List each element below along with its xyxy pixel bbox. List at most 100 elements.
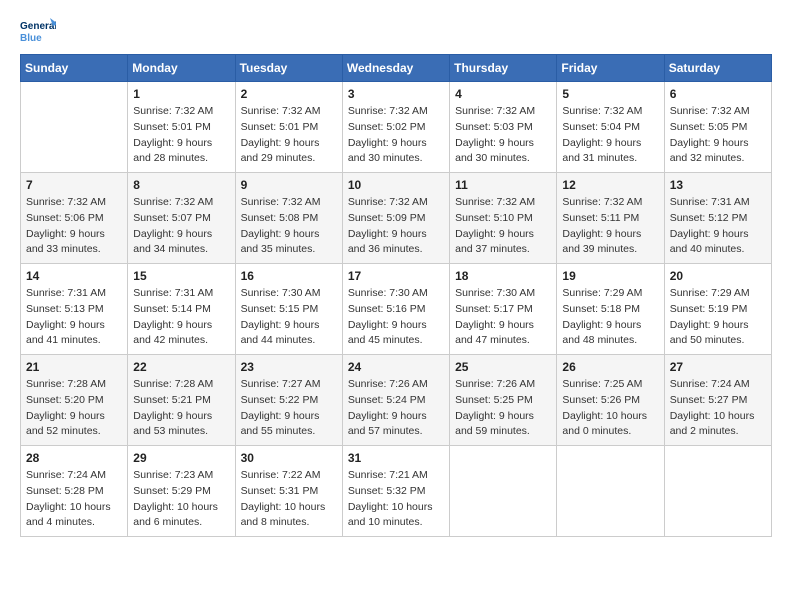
day-number: 7: [26, 178, 122, 192]
svg-text:General: General: [20, 21, 56, 32]
calendar-cell: 14Sunrise: 7:31 AMSunset: 5:13 PMDayligh…: [21, 264, 128, 355]
day-number: 26: [562, 360, 658, 374]
calendar-week-row: 21 Sunrise: 7:28 AMSunset: 5:20 PMDayligh…: [21, 355, 772, 446]
day-info: Sunrise: 7:21 AMSunset: 5:32 PMDaylight:…: [348, 468, 444, 531]
day-info: Sunrise: 7:32 AMSunset: 5:09 PMDaylight:…: [348, 195, 444, 258]
calendar-week-row: 7 Sunrise: 7:32 AMSunset: 5:06 PMDaylight…: [21, 173, 772, 264]
calendar: SundayMondayTuesdayWednesdayThursdayFrid…: [20, 54, 772, 537]
day-number: 12: [562, 178, 658, 192]
day-number: 11: [455, 178, 551, 192]
day-number: 25: [455, 360, 551, 374]
calendar-cell: 5 Sunrise: 7:32 AMSunset: 5:04 PMDaylight…: [557, 82, 664, 173]
day-number: 3: [348, 87, 444, 101]
day-info: Sunrise: 7:32 AMSunset: 5:01 PMDaylight:…: [133, 104, 229, 167]
day-number: 31: [348, 451, 444, 465]
calendar-cell: 19 Sunrise: 7:29 AMSunset: 5:18 PMDayligh…: [557, 264, 664, 355]
calendar-week-row: 1 Sunrise: 7:32 AMSunset: 5:01 PMDaylight…: [21, 82, 772, 173]
day-info: Sunrise: 7:32 AMSunset: 5:04 PMDaylight:…: [562, 104, 658, 167]
day-number: 30: [241, 451, 337, 465]
logo-icon: General Blue: [20, 16, 56, 44]
weekday-header-wednesday: Wednesday: [342, 55, 449, 82]
calendar-cell: 27 Sunrise: 7:24 AMSunset: 5:27 PMDayligh…: [664, 355, 771, 446]
calendar-cell: 6 Sunrise: 7:32 AMSunset: 5:05 PMDaylight…: [664, 82, 771, 173]
day-number: 1: [133, 87, 229, 101]
weekday-header-tuesday: Tuesday: [235, 55, 342, 82]
day-number: 18: [455, 269, 551, 283]
calendar-cell: 31 Sunrise: 7:21 AMSunset: 5:32 PMDayligh…: [342, 446, 449, 537]
calendar-cell: 28 Sunrise: 7:24 AMSunset: 5:28 PMDayligh…: [21, 446, 128, 537]
day-number: 2: [241, 87, 337, 101]
calendar-cell: 23 Sunrise: 7:27 AMSunset: 5:22 PMDayligh…: [235, 355, 342, 446]
calendar-cell: 24Sunrise: 7:26 AMSunset: 5:24 PMDayligh…: [342, 355, 449, 446]
calendar-cell: 2 Sunrise: 7:32 AMSunset: 5:01 PMDaylight…: [235, 82, 342, 173]
day-number: 28: [26, 451, 122, 465]
calendar-cell: [21, 82, 128, 173]
calendar-cell: 1 Sunrise: 7:32 AMSunset: 5:01 PMDaylight…: [128, 82, 235, 173]
calendar-cell: 15 Sunrise: 7:31 AMSunset: 5:14 PMDayligh…: [128, 264, 235, 355]
day-info: Sunrise: 7:30 AMSunset: 5:16 PMDaylight:…: [348, 286, 444, 349]
calendar-cell: 10Sunrise: 7:32 AMSunset: 5:09 PMDayligh…: [342, 173, 449, 264]
day-number: 20: [670, 269, 766, 283]
day-number: 15: [133, 269, 229, 283]
day-info: Sunrise: 7:26 AMSunset: 5:24 PMDaylight:…: [348, 377, 444, 440]
day-number: 19: [562, 269, 658, 283]
day-info: Sunrise: 7:32 AMSunset: 5:02 PMDaylight:…: [348, 104, 444, 167]
calendar-week-row: 14Sunrise: 7:31 AMSunset: 5:13 PMDayligh…: [21, 264, 772, 355]
day-number: 29: [133, 451, 229, 465]
calendar-cell: 17Sunrise: 7:30 AMSunset: 5:16 PMDayligh…: [342, 264, 449, 355]
calendar-cell: 9Sunrise: 7:32 AMSunset: 5:08 PMDaylight…: [235, 173, 342, 264]
day-number: 21: [26, 360, 122, 374]
calendar-cell: 8 Sunrise: 7:32 AMSunset: 5:07 PMDaylight…: [128, 173, 235, 264]
calendar-header-row: SundayMondayTuesdayWednesdayThursdayFrid…: [21, 55, 772, 82]
logo: General Blue: [20, 16, 56, 44]
day-info: Sunrise: 7:30 AMSunset: 5:15 PMDaylight:…: [241, 286, 337, 349]
day-info: Sunrise: 7:32 AMSunset: 5:06 PMDaylight:…: [26, 195, 122, 258]
day-info: Sunrise: 7:31 AMSunset: 5:14 PMDaylight:…: [133, 286, 229, 349]
weekday-header-monday: Monday: [128, 55, 235, 82]
day-number: 22: [133, 360, 229, 374]
calendar-cell: [664, 446, 771, 537]
calendar-cell: [450, 446, 557, 537]
day-number: 9: [241, 178, 337, 192]
calendar-cell: 29 Sunrise: 7:23 AMSunset: 5:29 PMDayligh…: [128, 446, 235, 537]
day-number: 8: [133, 178, 229, 192]
day-number: 5: [562, 87, 658, 101]
day-info: Sunrise: 7:25 AMSunset: 5:26 PMDaylight:…: [562, 377, 658, 440]
day-number: 4: [455, 87, 551, 101]
calendar-cell: 7 Sunrise: 7:32 AMSunset: 5:06 PMDaylight…: [21, 173, 128, 264]
day-info: Sunrise: 7:32 AMSunset: 5:05 PMDaylight:…: [670, 104, 766, 167]
day-info: Sunrise: 7:29 AMSunset: 5:19 PMDaylight:…: [670, 286, 766, 349]
weekday-header-saturday: Saturday: [664, 55, 771, 82]
day-number: 16: [241, 269, 337, 283]
weekday-header-thursday: Thursday: [450, 55, 557, 82]
day-info: Sunrise: 7:30 AMSunset: 5:17 PMDaylight:…: [455, 286, 551, 349]
calendar-week-row: 28 Sunrise: 7:24 AMSunset: 5:28 PMDayligh…: [21, 446, 772, 537]
weekday-header-sunday: Sunday: [21, 55, 128, 82]
day-info: Sunrise: 7:32 AMSunset: 5:07 PMDaylight:…: [133, 195, 229, 258]
day-info: Sunrise: 7:29 AMSunset: 5:18 PMDaylight:…: [562, 286, 658, 349]
day-info: Sunrise: 7:32 AMSunset: 5:11 PMDaylight:…: [562, 195, 658, 258]
weekday-header-friday: Friday: [557, 55, 664, 82]
day-info: Sunrise: 7:27 AMSunset: 5:22 PMDaylight:…: [241, 377, 337, 440]
day-info: Sunrise: 7:24 AMSunset: 5:27 PMDaylight:…: [670, 377, 766, 440]
day-info: Sunrise: 7:31 AMSunset: 5:12 PMDaylight:…: [670, 195, 766, 258]
day-number: 27: [670, 360, 766, 374]
calendar-cell: 26 Sunrise: 7:25 AMSunset: 5:26 PMDayligh…: [557, 355, 664, 446]
day-info: Sunrise: 7:32 AMSunset: 5:10 PMDaylight:…: [455, 195, 551, 258]
day-info: Sunrise: 7:23 AMSunset: 5:29 PMDaylight:…: [133, 468, 229, 531]
day-number: 23: [241, 360, 337, 374]
day-info: Sunrise: 7:32 AMSunset: 5:01 PMDaylight:…: [241, 104, 337, 167]
calendar-cell: 18 Sunrise: 7:30 AMSunset: 5:17 PMDayligh…: [450, 264, 557, 355]
calendar-cell: 22 Sunrise: 7:28 AMSunset: 5:21 PMDayligh…: [128, 355, 235, 446]
calendar-cell: 30Sunrise: 7:22 AMSunset: 5:31 PMDayligh…: [235, 446, 342, 537]
day-info: Sunrise: 7:28 AMSunset: 5:20 PMDaylight:…: [26, 377, 122, 440]
day-number: 6: [670, 87, 766, 101]
day-info: Sunrise: 7:32 AMSunset: 5:03 PMDaylight:…: [455, 104, 551, 167]
day-info: Sunrise: 7:26 AMSunset: 5:25 PMDaylight:…: [455, 377, 551, 440]
calendar-cell: 4 Sunrise: 7:32 AMSunset: 5:03 PMDaylight…: [450, 82, 557, 173]
day-number: 13: [670, 178, 766, 192]
calendar-cell: 20 Sunrise: 7:29 AMSunset: 5:19 PMDayligh…: [664, 264, 771, 355]
day-info: Sunrise: 7:28 AMSunset: 5:21 PMDaylight:…: [133, 377, 229, 440]
day-info: Sunrise: 7:31 AMSunset: 5:13 PMDaylight:…: [26, 286, 122, 349]
day-info: Sunrise: 7:24 AMSunset: 5:28 PMDaylight:…: [26, 468, 122, 531]
